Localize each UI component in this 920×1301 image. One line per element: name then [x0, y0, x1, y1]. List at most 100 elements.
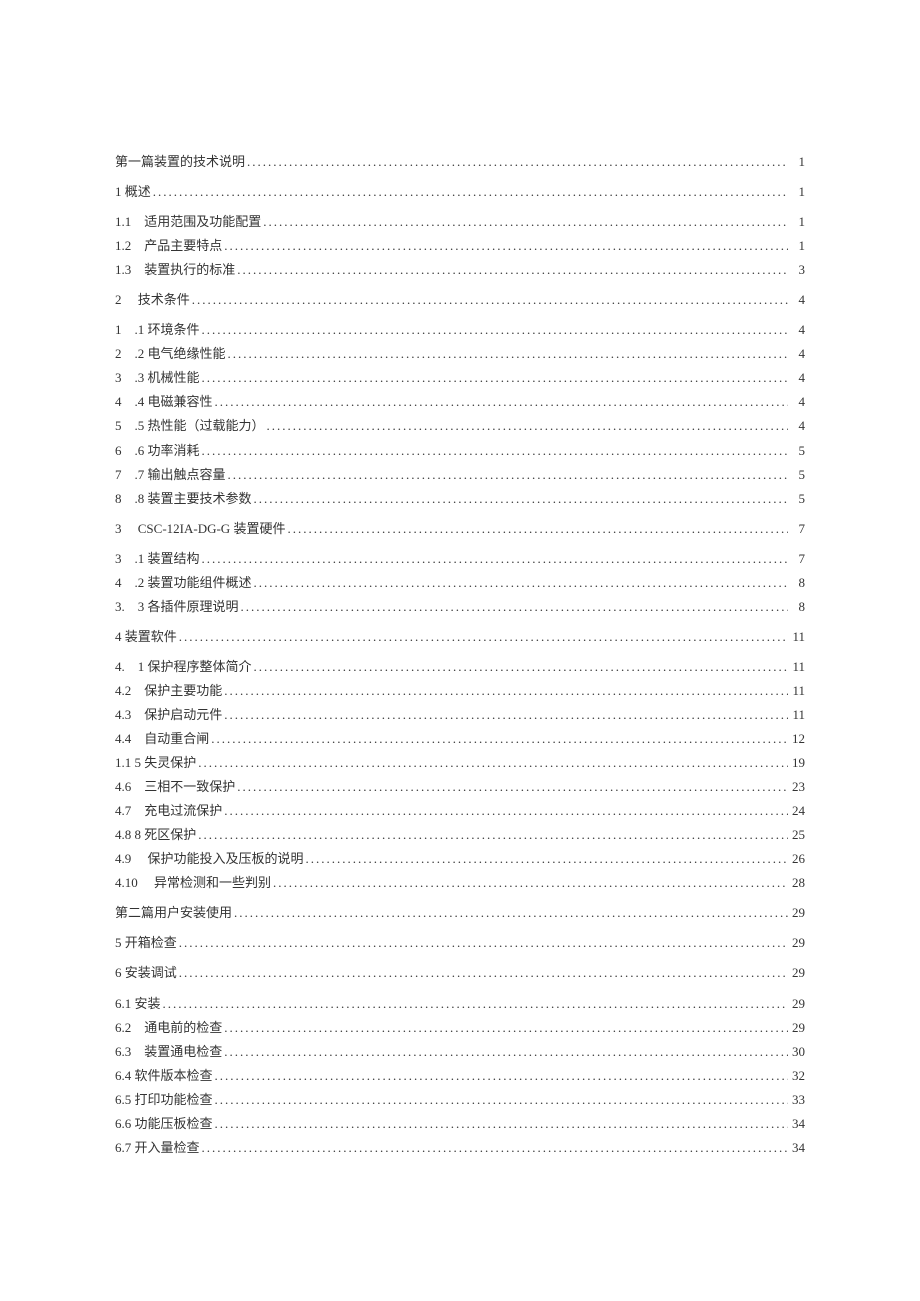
toc-label: 1.2 产品主要特点 [115, 234, 222, 258]
toc-label: 4.9 保护功能投入及压板的说明 [115, 847, 304, 871]
toc-label: 4. 1 保护程序整体简介 [115, 655, 252, 679]
toc-page-number: 11 [790, 625, 805, 649]
toc-entry: 6.5 打印功能检查 33 [115, 1088, 805, 1112]
toc-leader [202, 439, 788, 463]
toc-page-number: 29 [790, 901, 805, 925]
toc-leader [153, 180, 788, 204]
toc-page-number: 11 [790, 679, 805, 703]
toc-page-number: 8 [790, 595, 805, 619]
toc-page-number: 5 [790, 487, 805, 511]
toc-page-number: 29 [790, 961, 805, 985]
toc-page-number: 7 [790, 517, 805, 541]
toc-page-number: 25 [790, 823, 805, 847]
toc-leader [228, 342, 788, 366]
toc-page-number: 4 [790, 342, 805, 366]
toc-entry: 6.6 功能压板检查34 [115, 1112, 805, 1136]
toc-leader [224, 703, 788, 727]
toc-entry: 4.7 充电过流保护24 [115, 799, 805, 823]
toc-leader [224, 1040, 788, 1064]
toc-label: 7 .7 输出触点容量 [115, 463, 226, 487]
toc-label: 4.4 自动重合闸 [115, 727, 209, 751]
toc-leader [202, 366, 788, 390]
toc-entry: 6 安装调试29 [115, 961, 805, 985]
toc-page-number: 30 [790, 1040, 805, 1064]
toc-leader [224, 1016, 788, 1040]
toc-page-number: 29 [790, 1016, 805, 1040]
toc-label: 1.3 装置执行的标准 [115, 258, 235, 282]
toc-leader [234, 901, 788, 925]
toc-page-number: 4 [790, 318, 805, 342]
toc-leader [202, 1136, 788, 1160]
toc-entry: 4.10 异常检测和一些判别 28 [115, 871, 805, 895]
toc-leader [267, 414, 788, 438]
toc-label: 4.2 保护主要功能 [115, 679, 222, 703]
toc-entry: 4.8 8 死区保护 25 [115, 823, 805, 847]
toc-page-number: 3 [790, 258, 805, 282]
toc-page-number: 32 [790, 1064, 805, 1088]
toc-label: 6.1 安装 [115, 992, 161, 1016]
toc-page-number: 33 [790, 1088, 805, 1112]
toc-entry: 3 CSC-12IA-DG-G 装置硬件 7 [115, 517, 805, 541]
toc-page-number: 24 [790, 799, 805, 823]
toc-label: 4 装置软件 [115, 625, 177, 649]
toc-page-number: 8 [790, 571, 805, 595]
toc-leader [263, 210, 788, 234]
toc-label: 4 .2 装置功能组件概述 [115, 571, 252, 595]
toc-label: 第二篇用户安装使用 [115, 901, 232, 925]
toc-page-number: 28 [790, 871, 805, 895]
toc-page-number: 5 [790, 439, 805, 463]
toc-entry: 6.7 开入量检查34 [115, 1136, 805, 1160]
toc-entry: 1.3 装置执行的标准 3 [115, 258, 805, 282]
toc-leader [215, 1064, 788, 1088]
toc-leader [215, 390, 788, 414]
toc-leader [179, 931, 788, 955]
toc-page-number: 34 [790, 1136, 805, 1160]
toc-entry: 4 装置软件 11 [115, 625, 805, 649]
toc-label: 4.10 异常检测和一些判别 [115, 871, 271, 895]
toc-entry: 4.4 自动重合闸12 [115, 727, 805, 751]
toc-leader [192, 288, 788, 312]
toc-label: 4.8 8 死区保护 [115, 823, 196, 847]
toc-leader [215, 1088, 788, 1112]
toc-label: 4.6 三相不一致保护 [115, 775, 235, 799]
toc-entry: 6.3 装置通电检查30 [115, 1040, 805, 1064]
toc-leader [287, 517, 788, 541]
toc-entry: 1 概述1 [115, 180, 805, 204]
toc-leader [306, 847, 788, 871]
toc-label: 3 CSC-12IA-DG-G 装置硬件 [115, 517, 285, 541]
toc-label: 6.2 通电前的检查 [115, 1016, 222, 1040]
toc-leader [224, 234, 788, 258]
toc-page-number: 1 [790, 234, 805, 258]
toc-label: 6.4 软件版本检查 [115, 1064, 213, 1088]
toc-entry: 4.3 保护启动元件 11 [115, 703, 805, 727]
toc-label: 6.5 打印功能检查 [115, 1088, 213, 1112]
toc-leader [273, 871, 788, 895]
toc-entry: 3 .3 机械性能4 [115, 366, 805, 390]
toc-leader [163, 992, 788, 1016]
toc-label: 4.3 保护启动元件 [115, 703, 222, 727]
toc-leader [224, 679, 788, 703]
toc-page-number: 4 [790, 414, 805, 438]
toc-leader [237, 258, 788, 282]
toc-label: 5 .5 热性能（过载能力） [115, 414, 265, 438]
toc-entry: 6 .6 功率消耗 5 [115, 439, 805, 463]
toc-entry: 4. 1 保护程序整体简介 11 [115, 655, 805, 679]
toc-entry: 6.1 安装29 [115, 992, 805, 1016]
toc-label: 1 概述 [115, 180, 151, 204]
toc-label: 1 .1 环境条件 [115, 318, 200, 342]
toc-label: 3 .1 装置结构 [115, 547, 200, 571]
toc-page-number: 11 [790, 703, 805, 727]
toc-label: 第一篇装置的技术说明 [115, 150, 245, 174]
toc-leader [237, 775, 788, 799]
toc-page-number: 29 [790, 931, 805, 955]
toc-entry: 3. 3 各插件原理说明8 [115, 595, 805, 619]
toc-label: 5 开箱检查 [115, 931, 177, 955]
toc-entry: 6.2 通电前的检查 29 [115, 1016, 805, 1040]
toc-page-number: 11 [790, 655, 805, 679]
toc-leader [179, 961, 788, 985]
toc-label: 6 .6 功率消耗 [115, 439, 200, 463]
toc-leader [254, 571, 788, 595]
toc-page-number: 4 [790, 390, 805, 414]
toc-page-number: 1 [790, 210, 805, 234]
toc-leader [228, 463, 788, 487]
